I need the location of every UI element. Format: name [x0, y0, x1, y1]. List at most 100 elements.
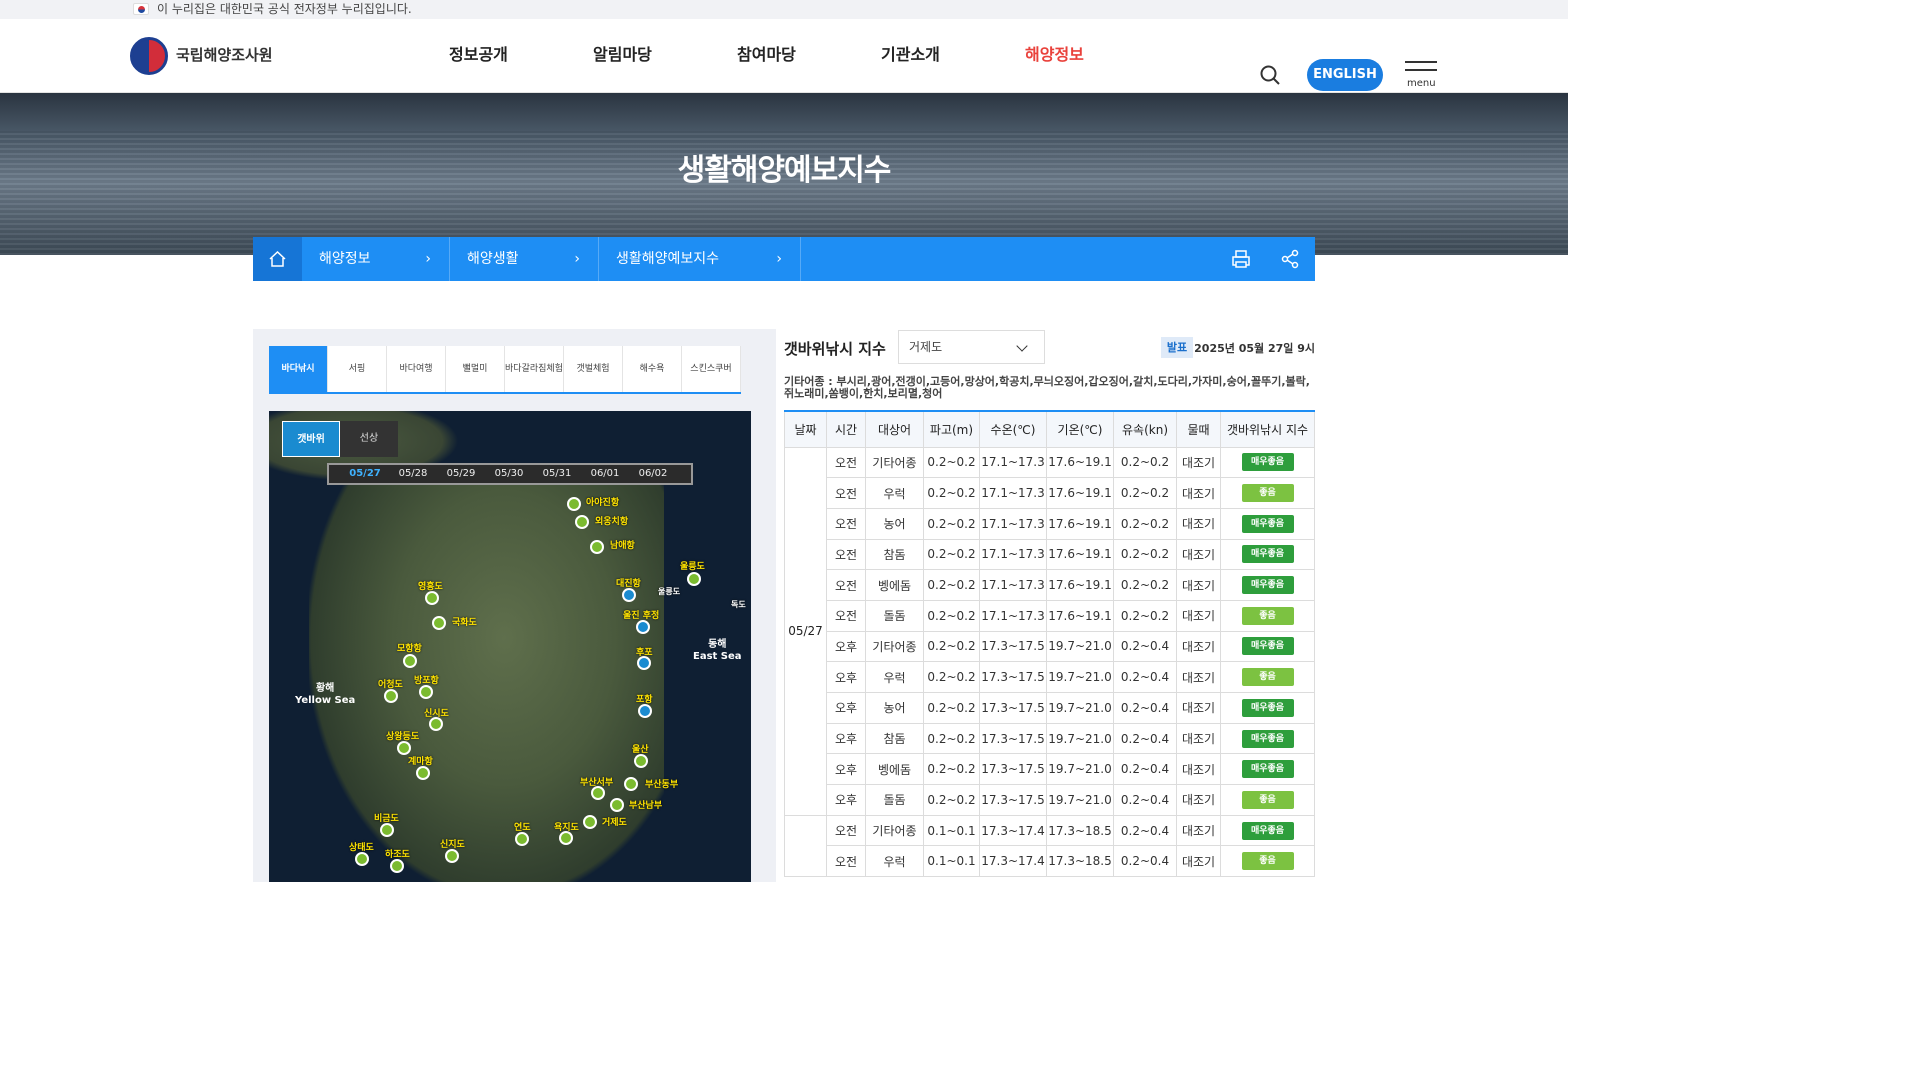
tab-boat-fishing[interactable]: 선상 — [340, 421, 398, 457]
table-cell: 오전 — [826, 814, 866, 847]
table-cell: 기타어종 — [865, 446, 924, 479]
table-cell: 0.2~0.2 — [923, 599, 980, 632]
map-pin[interactable] — [515, 832, 529, 846]
map-pin[interactable] — [583, 815, 597, 829]
index-cell: 매우좋음 — [1220, 507, 1315, 540]
table-row: 오후 농어 0.2~0.2 17.3~17.5 19.7~21.0 0.2~0.4 대조기 매… — [785, 692, 1315, 724]
english-button[interactable]: ENGLISH — [1307, 59, 1383, 91]
table-row: 05/27 오전 기타어종 0.2~0.2 17.1~17.3 17.6~19.1 0.2~… — [784, 446, 1315, 816]
map-pin[interactable] — [687, 572, 701, 586]
tab-mudflat[interactable]: 갯벌체험 — [564, 346, 623, 392]
map-pin[interactable] — [397, 741, 411, 755]
map-pin[interactable] — [384, 689, 398, 703]
tab-swimming[interactable]: 해수욕 — [623, 346, 682, 392]
map-pin[interactable] — [622, 588, 636, 602]
logo-icon[interactable] — [130, 37, 168, 75]
table-cell: 기타어종 — [865, 630, 924, 663]
tab-scuba[interactable]: 스킨스쿠버 — [682, 346, 741, 392]
index-cell: 좋음 — [1220, 661, 1315, 693]
map-pin[interactable] — [575, 515, 589, 529]
map-pin[interactable] — [390, 859, 404, 873]
forecast-map[interactable]: 갯바위 선상 05/27 05/28 05/29 05/30 05/31 06/… — [269, 411, 751, 882]
nav-item-ocean-info[interactable]: 해양정보 — [1025, 41, 1169, 65]
org-name[interactable]: 국립해양조사원 — [176, 44, 273, 65]
print-icon[interactable] — [1231, 249, 1251, 269]
col-date: 날짜 — [784, 410, 827, 448]
table-cell: 17.3~17.5 — [979, 784, 1047, 816]
table-cell: 0.2~0.2 — [923, 630, 980, 663]
index-cell: 좋음 — [1220, 477, 1315, 509]
date-option[interactable]: 05/29 — [437, 465, 485, 483]
index-badge: 매우좋음 — [1241, 821, 1294, 840]
table-cell: 벵에돔 — [865, 753, 924, 786]
table-cell: 17.6~19.1 — [1046, 599, 1114, 632]
nav-item-about[interactable]: 기관소개 — [881, 41, 1025, 65]
table-cell: 17.3~17.5 — [979, 630, 1047, 663]
nav-item-participate[interactable]: 참여마당 — [737, 41, 881, 65]
table-cell: 0.1~0.1 — [923, 814, 980, 847]
table-cell: 17.3~17.5 — [979, 661, 1047, 693]
map-pin[interactable] — [638, 704, 652, 718]
map-pin[interactable] — [591, 786, 605, 800]
table-row: 오전 참돔 0.2~0.2 17.1~17.3 17.6~19.1 0.2~0.2 대조기 매… — [785, 538, 1315, 571]
table-cell: 대조기 — [1176, 692, 1221, 724]
index-badge: 매우좋음 — [1241, 637, 1294, 656]
map-pin[interactable] — [355, 852, 369, 866]
date-option[interactable]: 06/01 — [581, 465, 629, 483]
map-pin[interactable] — [445, 849, 459, 863]
date-option[interactable]: 06/02 — [629, 465, 677, 483]
map-pin[interactable] — [636, 620, 650, 634]
map-pin[interactable] — [416, 766, 430, 780]
table-row: 오전 기타어종 0.1~0.1 17.3~17.4 17.3~18.5 0.2~0.4 대조… — [784, 814, 1315, 878]
map-pin[interactable] — [567, 497, 581, 511]
search-icon[interactable] — [1260, 65, 1280, 85]
map-pin[interactable] — [425, 591, 439, 605]
tab-seasickness[interactable]: 뻘멀미 — [446, 346, 505, 392]
date-option[interactable]: 05/28 — [389, 465, 437, 483]
map-pin[interactable] — [610, 798, 624, 812]
index-badge: 좋음 — [1241, 852, 1294, 871]
table-cell: 돌돔 — [865, 599, 924, 632]
map-pin[interactable] — [403, 654, 417, 668]
menu-icon[interactable]: menu — [1405, 61, 1439, 89]
tab-surfing[interactable]: 서핑 — [328, 346, 387, 392]
map-pin[interactable] — [590, 540, 604, 554]
table-cell: 0.2~0.4 — [1113, 814, 1177, 847]
tab-sea-fishing[interactable]: 바다낚시 — [269, 346, 328, 392]
index-cell: 매우좋음 — [1220, 722, 1315, 755]
index-cell: 좋음 — [1220, 599, 1315, 632]
map-pin[interactable] — [637, 656, 651, 670]
index-cell: 매우좋음 — [1220, 814, 1315, 847]
map-pin[interactable] — [624, 777, 638, 791]
map-pin[interactable] — [634, 754, 648, 768]
table-cell: 대조기 — [1176, 845, 1221, 878]
table-cell: 0.2~0.2 — [923, 569, 980, 601]
share-icon[interactable] — [1280, 249, 1300, 269]
date-option[interactable]: 05/30 — [485, 465, 533, 483]
table-cell: 0.2~0.2 — [923, 692, 980, 724]
map-pin[interactable] — [429, 717, 443, 731]
date-option[interactable]: 05/31 — [533, 465, 581, 483]
table-cell: 19.7~21.0 — [1046, 753, 1114, 786]
map-pin[interactable] — [419, 685, 433, 699]
table-cell: 0.2~0.2 — [1113, 507, 1177, 540]
tab-sea-parting[interactable]: 바다갈라짐체험 — [505, 346, 564, 392]
nav-item-info[interactable]: 정보공개 — [449, 41, 593, 65]
map-pin[interactable] — [559, 831, 573, 845]
map-pin[interactable] — [432, 616, 446, 630]
nav-item-notice[interactable]: 알림마당 — [593, 41, 737, 65]
table-row: 오후 우럭 0.2~0.2 17.3~17.5 19.7~21.0 0.2~0.4 대조기 좋… — [785, 661, 1315, 693]
tab-rock-fishing[interactable]: 갯바위 — [282, 421, 340, 457]
breadcrumb-item-ocean-life[interactable]: 해양생활 › — [450, 237, 599, 281]
index-badge: 매우좋음 — [1241, 453, 1294, 472]
region-select[interactable]: 거제도 — [898, 330, 1045, 364]
breadcrumb-item-forecast-index[interactable]: 생활해양예보지수 › — [599, 237, 801, 281]
table-cell: 대조기 — [1176, 569, 1221, 601]
date-option[interactable]: 05/27 — [341, 465, 389, 483]
tab-sea-travel[interactable]: 바다여행 — [387, 346, 446, 392]
breadcrumb-item-ocean-info[interactable]: 해양정보 › — [302, 237, 450, 281]
map-pin[interactable] — [380, 823, 394, 837]
table-cell: 0.2~0.2 — [1113, 477, 1177, 509]
home-icon[interactable] — [253, 237, 302, 281]
index-title: 갯바위낚시 지수 — [784, 340, 886, 358]
